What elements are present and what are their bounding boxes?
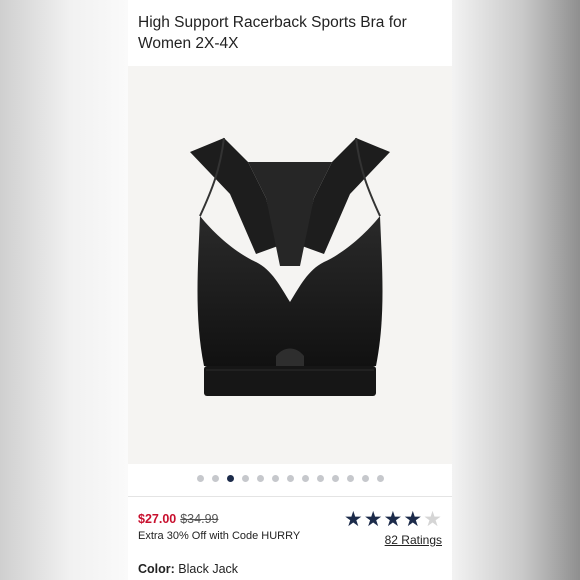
color-label: Color: (138, 562, 175, 576)
original-price: $34.99 (180, 512, 219, 526)
product-title: High Support Racerback Sports Bra for Wo… (138, 14, 407, 52)
star-filled-icon: ★ (383, 508, 403, 531)
sale-price: $27.00 (138, 512, 177, 526)
gallery-dot[interactable] (256, 474, 264, 482)
color-selector-label: Color: Black Jack (138, 562, 238, 576)
gallery-dot[interactable] (301, 474, 309, 482)
gallery-dot[interactable] (376, 474, 384, 482)
divider (128, 496, 452, 497)
background-right-blur (452, 0, 580, 580)
product-image (190, 137, 390, 396)
gallery-dot-active[interactable] (226, 474, 234, 482)
product-page: High Support Racerback Sports Bra for Wo… (128, 0, 452, 580)
star-filled-icon: ★ (343, 508, 363, 531)
gallery-dot[interactable] (211, 474, 219, 482)
star-rating: ★ ★ ★ ★ ★ (344, 509, 442, 530)
gallery-pagination[interactable] (128, 473, 452, 483)
color-value: Black Jack (178, 562, 239, 576)
gallery-dot[interactable] (196, 474, 204, 482)
promo-text: Extra 30% Off with Code HURRY (138, 530, 301, 542)
gallery-dot[interactable] (346, 474, 354, 482)
gallery-dot[interactable] (331, 474, 339, 482)
gallery-dot[interactable] (241, 474, 249, 482)
gallery-dot[interactable] (286, 474, 294, 482)
price-row: $27.00 $34.99 (138, 512, 218, 526)
gallery-dot[interactable] (316, 474, 324, 482)
star-filled-icon: ★ (403, 508, 423, 531)
star-filled-icon: ★ (363, 508, 383, 531)
ratings-link[interactable]: 82 Ratings (385, 533, 442, 547)
gallery-dot[interactable] (361, 474, 369, 482)
background-left-blur (0, 0, 128, 580)
gallery-dot[interactable] (271, 474, 279, 482)
star-empty-icon: ★ (423, 508, 442, 531)
product-image-gallery[interactable] (128, 66, 452, 464)
